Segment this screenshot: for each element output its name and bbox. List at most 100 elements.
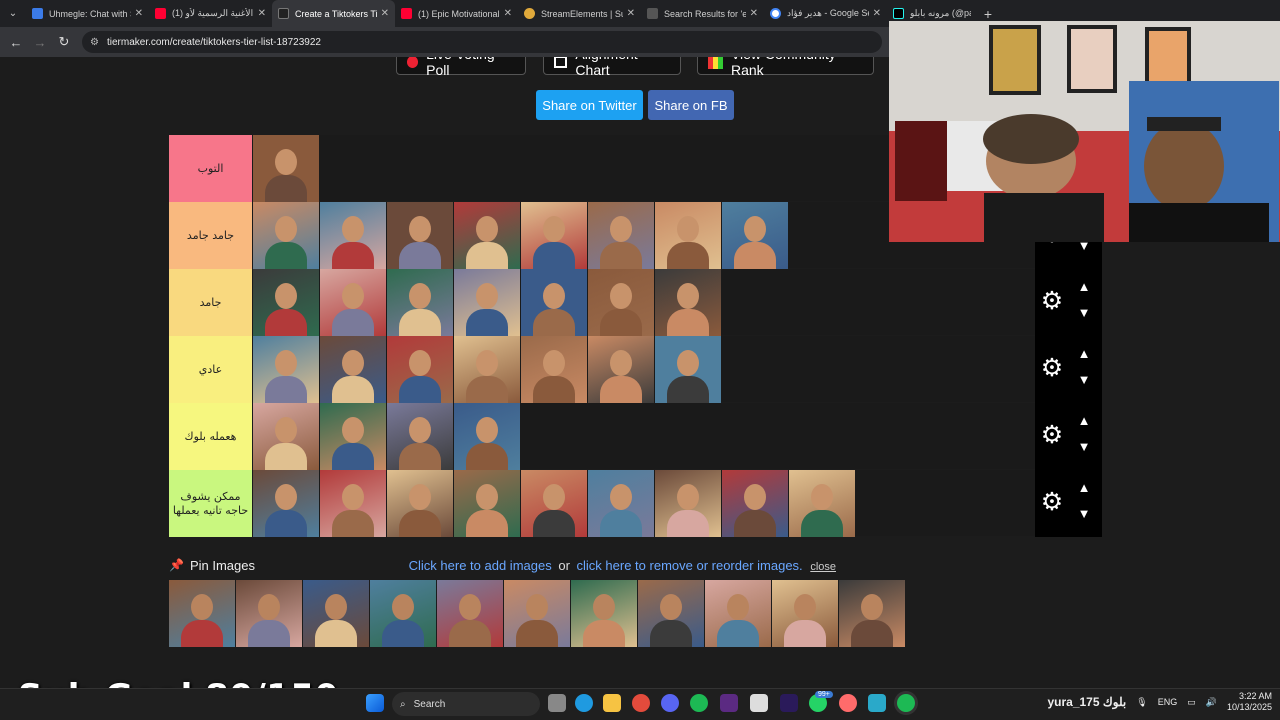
microphone-icon[interactable]: 🎙: [1136, 697, 1147, 708]
network-icon[interactable]: ▭: [1187, 697, 1196, 708]
move-up-icon[interactable]: ▲: [1075, 346, 1093, 361]
pool-image[interactable]: [772, 580, 838, 647]
back-arrow-icon[interactable]: ←: [4, 35, 28, 50]
pool-image[interactable]: [705, 580, 771, 647]
tier-image[interactable]: [320, 403, 386, 470]
tier-image[interactable]: [387, 403, 453, 470]
tier-image[interactable]: [387, 269, 453, 336]
tab[interactable]: Uhmegle: Chat with S ✕: [26, 0, 149, 27]
tier-image[interactable]: [655, 269, 721, 336]
tier-label[interactable]: جامد: [169, 269, 252, 336]
task-view-icon[interactable]: [548, 694, 566, 712]
tier-image[interactable]: [253, 403, 319, 470]
tray-user[interactable]: yura_175 بلوك: [1047, 695, 1126, 709]
pool-image[interactable]: [571, 580, 637, 647]
move-down-icon[interactable]: ▼: [1075, 305, 1093, 320]
site-info-icon[interactable]: ⚙: [90, 37, 99, 48]
tier-image[interactable]: [454, 336, 520, 403]
tier-image[interactable]: [588, 336, 654, 403]
notepad-icon[interactable]: [750, 694, 768, 712]
tier-image[interactable]: [521, 470, 587, 537]
clock[interactable]: 3:22 AM 10/13/2025: [1227, 691, 1272, 713]
tier-label[interactable]: ممكن يشوف حاجه تانيه يعملها: [169, 470, 252, 537]
tier-image[interactable]: [454, 470, 520, 537]
close-tab-icon[interactable]: ✕: [381, 8, 389, 19]
pool-image[interactable]: [370, 580, 436, 647]
tab[interactable]: (1) الأغنية الرسمية لأو ✕: [149, 0, 272, 27]
alignment-chart-button[interactable]: Alignment Chart: [543, 57, 681, 78]
move-down-icon[interactable]: ▼: [1075, 506, 1093, 521]
pool-image[interactable]: [504, 580, 570, 647]
tier-image[interactable]: [320, 336, 386, 403]
tier-image[interactable]: [253, 336, 319, 403]
gear-icon[interactable]: ⚙: [1040, 356, 1064, 381]
spotify-active-icon[interactable]: [897, 694, 915, 712]
close-tab-icon[interactable]: ✕: [135, 8, 143, 19]
tier-image[interactable]: [253, 269, 319, 336]
tier-image[interactable]: [253, 135, 319, 202]
windows-start-icon[interactable]: [366, 694, 384, 712]
share-fb-button[interactable]: Share on FB: [648, 90, 734, 120]
edge-icon[interactable]: [575, 694, 593, 712]
tier-image[interactable]: [655, 470, 721, 537]
tier-image[interactable]: [655, 202, 721, 269]
tier-image[interactable]: [521, 269, 587, 336]
tier-image[interactable]: [320, 202, 386, 269]
tier-image[interactable]: [722, 470, 788, 537]
close-tab-icon[interactable]: ✕: [258, 8, 266, 19]
tab[interactable]: هدير فؤاد - Google Search✕: [764, 0, 887, 27]
tab-search-chevron-icon[interactable]: ⌄: [0, 0, 26, 27]
file-explorer-icon[interactable]: [603, 694, 621, 712]
tier-image[interactable]: [454, 202, 520, 269]
app-icon[interactable]: [839, 694, 857, 712]
tier-image[interactable]: [454, 403, 520, 470]
close-tab-icon[interactable]: ✕: [504, 8, 512, 19]
tier-label[interactable]: التوب: [169, 135, 252, 202]
tier-image[interactable]: [454, 269, 520, 336]
volume-icon[interactable]: 🔊: [1206, 697, 1217, 708]
pool-image[interactable]: [303, 580, 369, 647]
live-voting-button[interactable]: Live Voting Poll: [396, 57, 526, 78]
pool-image[interactable]: [437, 580, 503, 647]
tier-image[interactable]: [320, 269, 386, 336]
close-link[interactable]: close: [810, 561, 836, 573]
tab[interactable]: StreamElements | Sub ✕: [518, 0, 641, 27]
pool-image[interactable]: [839, 580, 905, 647]
tier-image[interactable]: [253, 470, 319, 537]
community-rank-button[interactable]: View Community Rank: [697, 57, 874, 78]
new-tab-button[interactable]: +: [977, 6, 999, 22]
pool-image[interactable]: [236, 580, 302, 647]
tier-label[interactable]: جامد جامد: [169, 202, 252, 269]
add-images-link[interactable]: Click here to add images: [409, 558, 552, 573]
tier-image[interactable]: [588, 202, 654, 269]
discord-icon[interactable]: [661, 694, 679, 712]
tier-image[interactable]: [320, 470, 386, 537]
gear-icon[interactable]: ⚙: [1040, 289, 1064, 314]
tier-image[interactable]: [387, 336, 453, 403]
move-down-icon[interactable]: ▼: [1075, 372, 1093, 387]
close-tab-icon[interactable]: ✕: [627, 8, 635, 19]
pin-images-label[interactable]: Pin Images: [190, 558, 255, 573]
move-down-icon[interactable]: ▼: [1075, 439, 1093, 454]
close-tab-icon[interactable]: ✕: [873, 8, 881, 19]
pool-image[interactable]: [169, 580, 235, 647]
tier-image[interactable]: [387, 202, 453, 269]
close-tab-icon[interactable]: ✕: [750, 8, 758, 19]
move-up-icon[interactable]: ▲: [1075, 279, 1093, 294]
url-input[interactable]: ⚙ tiermaker.com/create/tiktokers-tier-li…: [82, 31, 882, 53]
move-up-icon[interactable]: ▲: [1075, 413, 1093, 428]
taskbar-search-input[interactable]: ⌕ Search: [392, 692, 540, 716]
tier-image[interactable]: [722, 202, 788, 269]
tier-image[interactable]: [789, 470, 855, 537]
forward-arrow-icon[interactable]: →: [28, 35, 52, 50]
tier-image[interactable]: [253, 202, 319, 269]
notes-icon[interactable]: [868, 694, 886, 712]
spotify-icon[interactable]: [690, 694, 708, 712]
tab[interactable]: Search Results for 'e ✕: [641, 0, 764, 27]
chrome-icon[interactable]: [632, 694, 650, 712]
language-indicator[interactable]: ENG: [1158, 697, 1178, 707]
tier-image[interactable]: [387, 470, 453, 537]
tier-image[interactable]: [655, 336, 721, 403]
share-twitter-button[interactable]: Share on Twitter: [536, 90, 643, 120]
gear-icon[interactable]: ⚙: [1040, 490, 1064, 515]
